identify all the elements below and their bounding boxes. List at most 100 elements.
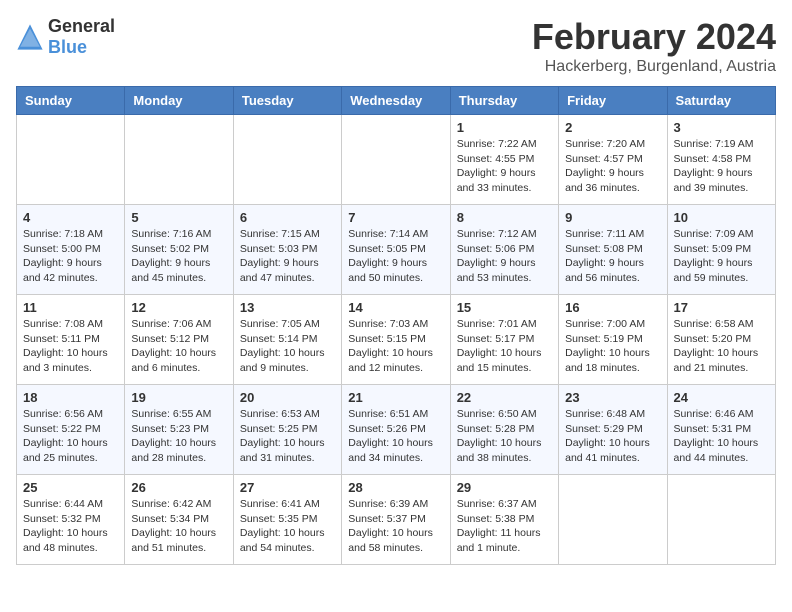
calendar-cell: 20Sunrise: 6:53 AM Sunset: 5:25 PM Dayli… (233, 385, 341, 475)
calendar-cell: 10 Sunrise: 7:09 AM Sunset: 5:09 PM Dayli… (667, 205, 775, 295)
day-info: Sunrise: 6:51 AM Sunset: 5:26 PM Dayligh… (348, 407, 443, 466)
calendar-cell: 3 Sunrise: 7:19 AM Sunset: 4:58 PM Daylig… (667, 115, 775, 205)
calendar-cell: 22 Sunrise: 6:50 AM Sunset: 5:28 PM Dayli… (450, 385, 558, 475)
calendar-cell: 11 Sunrise: 7:08 AM Sunset: 5:11 PM Dayli… (17, 295, 125, 385)
day-info: Sunrise: 6:58 AM Sunset: 5:20 PM Dayligh… (674, 317, 769, 376)
calendar-cell: 12Sunrise: 7:06 AM Sunset: 5:12 PM Dayli… (125, 295, 233, 385)
calendar-cell: 4Sunrise: 7:18 AM Sunset: 5:00 PM Daylig… (17, 205, 125, 295)
day-info: Sunrise: 7:00 AM Sunset: 5:19 PM Dayligh… (565, 317, 660, 376)
calendar-cell: 17 Sunrise: 6:58 AM Sunset: 5:20 PM Dayli… (667, 295, 775, 385)
day-info: Sunrise: 6:50 AM Sunset: 5:28 PM Dayligh… (457, 407, 552, 466)
day-number: 10 (674, 210, 769, 225)
calendar-cell: 28 Sunrise: 6:39 AM Sunset: 5:37 PM Dayli… (342, 475, 450, 565)
calendar-cell: 1 Sunrise: 7:22 AM Sunset: 4:55 PM Daylig… (450, 115, 558, 205)
week-row-3: 11 Sunrise: 7:08 AM Sunset: 5:11 PM Dayli… (17, 295, 776, 385)
day-info: Sunrise: 7:14 AM Sunset: 5:05 PM Dayligh… (348, 227, 443, 286)
day-number: 3 (674, 120, 769, 135)
day-info: Sunrise: 7:08 AM Sunset: 5:11 PM Dayligh… (23, 317, 118, 376)
day-number: 15 (457, 300, 552, 315)
calendar-cell: 24 Sunrise: 6:46 AM Sunset: 5:31 PM Dayli… (667, 385, 775, 475)
calendar-cell: 27 Sunrise: 6:41 AM Sunset: 5:35 PM Dayli… (233, 475, 341, 565)
calendar-cell: 9Sunrise: 7:11 AM Sunset: 5:08 PM Daylig… (559, 205, 667, 295)
week-row-4: 18Sunrise: 6:56 AM Sunset: 5:22 PM Dayli… (17, 385, 776, 475)
calendar-cell: 18Sunrise: 6:56 AM Sunset: 5:22 PM Dayli… (17, 385, 125, 475)
day-number: 20 (240, 390, 335, 405)
calendar-cell: 19 Sunrise: 6:55 AM Sunset: 5:23 PM Dayli… (125, 385, 233, 475)
day-info: Sunrise: 7:15 AM Sunset: 5:03 PM Dayligh… (240, 227, 335, 286)
day-info: Sunrise: 7:20 AM Sunset: 4:57 PM Dayligh… (565, 137, 660, 196)
calendar-cell (17, 115, 125, 205)
day-number: 6 (240, 210, 335, 225)
day-info: Sunrise: 6:41 AM Sunset: 5:35 PM Dayligh… (240, 497, 335, 556)
day-info: Sunrise: 7:19 AM Sunset: 4:58 PM Dayligh… (674, 137, 769, 196)
calendar-cell: 8Sunrise: 7:12 AM Sunset: 5:06 PM Daylig… (450, 205, 558, 295)
calendar-cell (342, 115, 450, 205)
day-number: 22 (457, 390, 552, 405)
week-row-2: 4Sunrise: 7:18 AM Sunset: 5:00 PM Daylig… (17, 205, 776, 295)
calendar-cell: 5 Sunrise: 7:16 AM Sunset: 5:02 PM Daylig… (125, 205, 233, 295)
header-row: Sunday Monday Tuesday Wednesday Thursday… (17, 87, 776, 115)
day-number: 2 (565, 120, 660, 135)
day-number: 27 (240, 480, 335, 495)
calendar-subtitle: Hackerberg, Burgenland, Austria (532, 58, 776, 76)
calendar-cell: 23 Sunrise: 6:48 AM Sunset: 5:29 PM Dayli… (559, 385, 667, 475)
col-saturday: Saturday (667, 87, 775, 115)
col-sunday: Sunday (17, 87, 125, 115)
day-info: Sunrise: 7:05 AM Sunset: 5:14 PM Dayligh… (240, 317, 335, 376)
day-number: 12 (131, 300, 226, 315)
day-number: 25 (23, 480, 118, 495)
calendar-cell: 2 Sunrise: 7:20 AM Sunset: 4:57 PM Daylig… (559, 115, 667, 205)
col-friday: Friday (559, 87, 667, 115)
day-info: Sunrise: 7:16 AM Sunset: 5:02 PM Dayligh… (131, 227, 226, 286)
day-number: 11 (23, 300, 118, 315)
day-info: Sunrise: 6:46 AM Sunset: 5:31 PM Dayligh… (674, 407, 769, 466)
logo-text: General Blue (48, 16, 115, 58)
day-number: 29 (457, 480, 552, 495)
day-number: 23 (565, 390, 660, 405)
day-info: Sunrise: 6:55 AM Sunset: 5:23 PM Dayligh… (131, 407, 226, 466)
calendar-cell: 13 Sunrise: 7:05 AM Sunset: 5:14 PM Dayli… (233, 295, 341, 385)
week-row-1: 1 Sunrise: 7:22 AM Sunset: 4:55 PM Daylig… (17, 115, 776, 205)
day-info: Sunrise: 7:03 AM Sunset: 5:15 PM Dayligh… (348, 317, 443, 376)
col-monday: Monday (125, 87, 233, 115)
calendar-cell: 29 Sunrise: 6:37 AM Sunset: 5:38 PM Dayli… (450, 475, 558, 565)
day-number: 24 (674, 390, 769, 405)
day-number: 8 (457, 210, 552, 225)
logo-general: General (48, 16, 115, 36)
day-number: 1 (457, 120, 552, 135)
col-thursday: Thursday (450, 87, 558, 115)
week-row-5: 25 Sunrise: 6:44 AM Sunset: 5:32 PM Dayli… (17, 475, 776, 565)
day-info: Sunrise: 6:39 AM Sunset: 5:37 PM Dayligh… (348, 497, 443, 556)
day-number: 4 (23, 210, 118, 225)
calendar-title: February 2024 (532, 16, 776, 58)
calendar-cell: 6 Sunrise: 7:15 AM Sunset: 5:03 PM Daylig… (233, 205, 341, 295)
calendar-table: Sunday Monday Tuesday Wednesday Thursday… (16, 86, 776, 565)
logo-icon (16, 23, 44, 51)
day-number: 13 (240, 300, 335, 315)
title-section: February 2024 Hackerberg, Burgenland, Au… (532, 16, 776, 76)
day-info: Sunrise: 6:48 AM Sunset: 5:29 PM Dayligh… (565, 407, 660, 466)
day-info: Sunrise: 7:01 AM Sunset: 5:17 PM Dayligh… (457, 317, 552, 376)
calendar-cell: 14 Sunrise: 7:03 AM Sunset: 5:15 PM Dayli… (342, 295, 450, 385)
day-number: 19 (131, 390, 226, 405)
day-number: 21 (348, 390, 443, 405)
calendar-cell: 25 Sunrise: 6:44 AM Sunset: 5:32 PM Dayli… (17, 475, 125, 565)
day-number: 14 (348, 300, 443, 315)
day-info: Sunrise: 6:44 AM Sunset: 5:32 PM Dayligh… (23, 497, 118, 556)
day-number: 7 (348, 210, 443, 225)
calendar-header: Sunday Monday Tuesday Wednesday Thursday… (17, 87, 776, 115)
day-info: Sunrise: 6:56 AM Sunset: 5:22 PM Dayligh… (23, 407, 118, 466)
calendar-cell (559, 475, 667, 565)
day-number: 5 (131, 210, 226, 225)
logo-blue: Blue (48, 37, 87, 57)
col-tuesday: Tuesday (233, 87, 341, 115)
day-info: Sunrise: 7:09 AM Sunset: 5:09 PM Dayligh… (674, 227, 769, 286)
day-number: 28 (348, 480, 443, 495)
day-info: Sunrise: 7:22 AM Sunset: 4:55 PM Dayligh… (457, 137, 552, 196)
day-info: Sunrise: 6:37 AM Sunset: 5:38 PM Dayligh… (457, 497, 552, 556)
day-info: Sunrise: 6:42 AM Sunset: 5:34 PM Dayligh… (131, 497, 226, 556)
calendar-cell (233, 115, 341, 205)
day-number: 17 (674, 300, 769, 315)
calendar-cell (125, 115, 233, 205)
calendar-body: 1 Sunrise: 7:22 AM Sunset: 4:55 PM Daylig… (17, 115, 776, 565)
